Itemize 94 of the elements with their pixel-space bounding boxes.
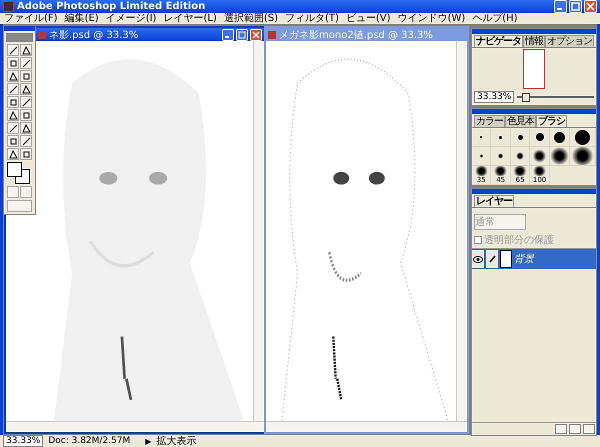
triangle-icon: [8, 150, 18, 158]
tool-button[interactable]: [20, 135, 32, 147]
brush-preset[interactable]: [550, 128, 570, 147]
line-icon: [22, 98, 30, 106]
new-layer-button[interactable]: [569, 424, 581, 434]
maximize-icon: [238, 30, 246, 38]
tool-button[interactable]: [20, 122, 32, 134]
close-icon: [586, 2, 595, 11]
minimize-button[interactable]: [222, 28, 234, 40]
panel-tab[interactable]: ナビゲータ: [474, 35, 523, 47]
brush-preset[interactable]: [491, 128, 511, 147]
line-icon: [8, 46, 18, 54]
line-icon: [8, 84, 18, 94]
square-icon: [8, 98, 18, 106]
triangle-icon: [22, 46, 30, 54]
new-set-button[interactable]: [555, 424, 567, 434]
layer-thumbnail: [500, 250, 512, 268]
minimize-button[interactable]: [554, 0, 567, 13]
panel-tab[interactable]: 色見本: [505, 115, 536, 127]
menu-item[interactable]: 編集(E): [64, 13, 99, 24]
tool-button[interactable]: [20, 83, 32, 95]
tool-button[interactable]: [20, 57, 32, 69]
menu-item[interactable]: フィルタ(T): [284, 13, 339, 24]
window-title: Adobe Photoshop Limited Edition: [17, 1, 206, 12]
menu-item[interactable]: 選択範囲(S): [224, 13, 278, 24]
status-arrow[interactable]: ▶: [145, 436, 152, 446]
panel-tab[interactable]: 情報: [523, 35, 545, 47]
brush-preset[interactable]: [570, 147, 596, 166]
panel-tab[interactable]: カラー: [474, 115, 505, 127]
square-icon: [8, 58, 18, 68]
document-size: Doc: 3.82M/2.57M: [48, 436, 130, 446]
brush-preset[interactable]: [570, 128, 596, 147]
scroll-bar[interactable]: [253, 41, 264, 421]
trash-button[interactable]: [583, 424, 595, 434]
brush-preset[interactable]: [530, 147, 550, 166]
menu-item[interactable]: イメージ(I): [106, 13, 156, 24]
tool-button[interactable]: [7, 148, 19, 160]
tool-button[interactable]: [20, 70, 32, 82]
tool-button[interactable]: [7, 57, 19, 69]
tool-button[interactable]: [20, 44, 32, 56]
line-icon: [22, 58, 30, 68]
menu-item[interactable]: ヘルプ(H): [472, 13, 518, 24]
app-icon: [3, 1, 14, 12]
brush-icon: [486, 250, 498, 268]
navigator-thumbnail: [523, 49, 545, 89]
brush-preset[interactable]: [550, 147, 570, 166]
zoom-field[interactable]: 33.33%: [474, 91, 514, 103]
layer-row[interactable]: 背景: [472, 248, 596, 269]
square-icon: [22, 72, 30, 80]
brush-preset[interactable]: [510, 147, 530, 166]
layer-name: 背景: [514, 252, 534, 266]
scroll-bar[interactable]: [266, 421, 467, 432]
slider-thumb[interactable]: [522, 93, 530, 102]
tool-button[interactable]: [7, 70, 19, 82]
tool-hint: 拡大表示: [156, 434, 196, 447]
close-button[interactable]: [250, 28, 262, 40]
tool-button[interactable]: [7, 109, 19, 121]
line-icon: [8, 124, 18, 132]
scroll-bar[interactable]: [6, 421, 264, 432]
square-icon: [22, 110, 30, 120]
document-title: メガネ影mono2値.psd @ 33.3%: [279, 28, 433, 42]
line-icon: [22, 136, 30, 146]
tool-button[interactable]: [7, 122, 19, 134]
menu-item[interactable]: レイヤー(L): [163, 13, 217, 24]
tool-button[interactable]: [7, 135, 19, 147]
menu-item[interactable]: ファイル(F): [4, 13, 58, 24]
menu-item[interactable]: ウインドウ(W): [398, 13, 466, 24]
tool-button[interactable]: [20, 148, 32, 160]
menu-item[interactable]: ビュー(V): [346, 13, 391, 24]
square-icon: [22, 150, 30, 158]
eye-icon[interactable]: [472, 250, 484, 268]
scroll-bar[interactable]: [456, 41, 467, 421]
color-swatch-icon[interactable]: [7, 162, 32, 184]
maximize-icon: [571, 2, 580, 11]
tool-button[interactable]: [7, 83, 19, 95]
brush-preset[interactable]: [510, 128, 530, 147]
panel-tab[interactable]: レイヤー: [474, 195, 514, 207]
panel-tab[interactable]: オプション: [545, 35, 594, 47]
square-icon: [8, 136, 18, 146]
zoom-field[interactable]: 33.33%: [3, 435, 44, 447]
brush-preset[interactable]: [491, 147, 511, 166]
maximize-button[interactable]: [569, 0, 582, 13]
tool-button[interactable]: [20, 96, 32, 108]
document-icon: [268, 30, 276, 38]
brush-preset[interactable]: [530, 128, 550, 147]
tool-button[interactable]: [7, 96, 19, 108]
tool-button[interactable]: [20, 109, 32, 121]
document-title: ネ影.psd @ 33.3%: [49, 28, 138, 42]
document-icon: [38, 30, 46, 38]
maximize-button[interactable]: [236, 28, 248, 40]
close-icon: [252, 30, 260, 38]
close-button[interactable]: [584, 0, 597, 13]
panel-tab[interactable]: ブラシ: [536, 115, 567, 127]
tool-button[interactable]: [7, 44, 19, 56]
